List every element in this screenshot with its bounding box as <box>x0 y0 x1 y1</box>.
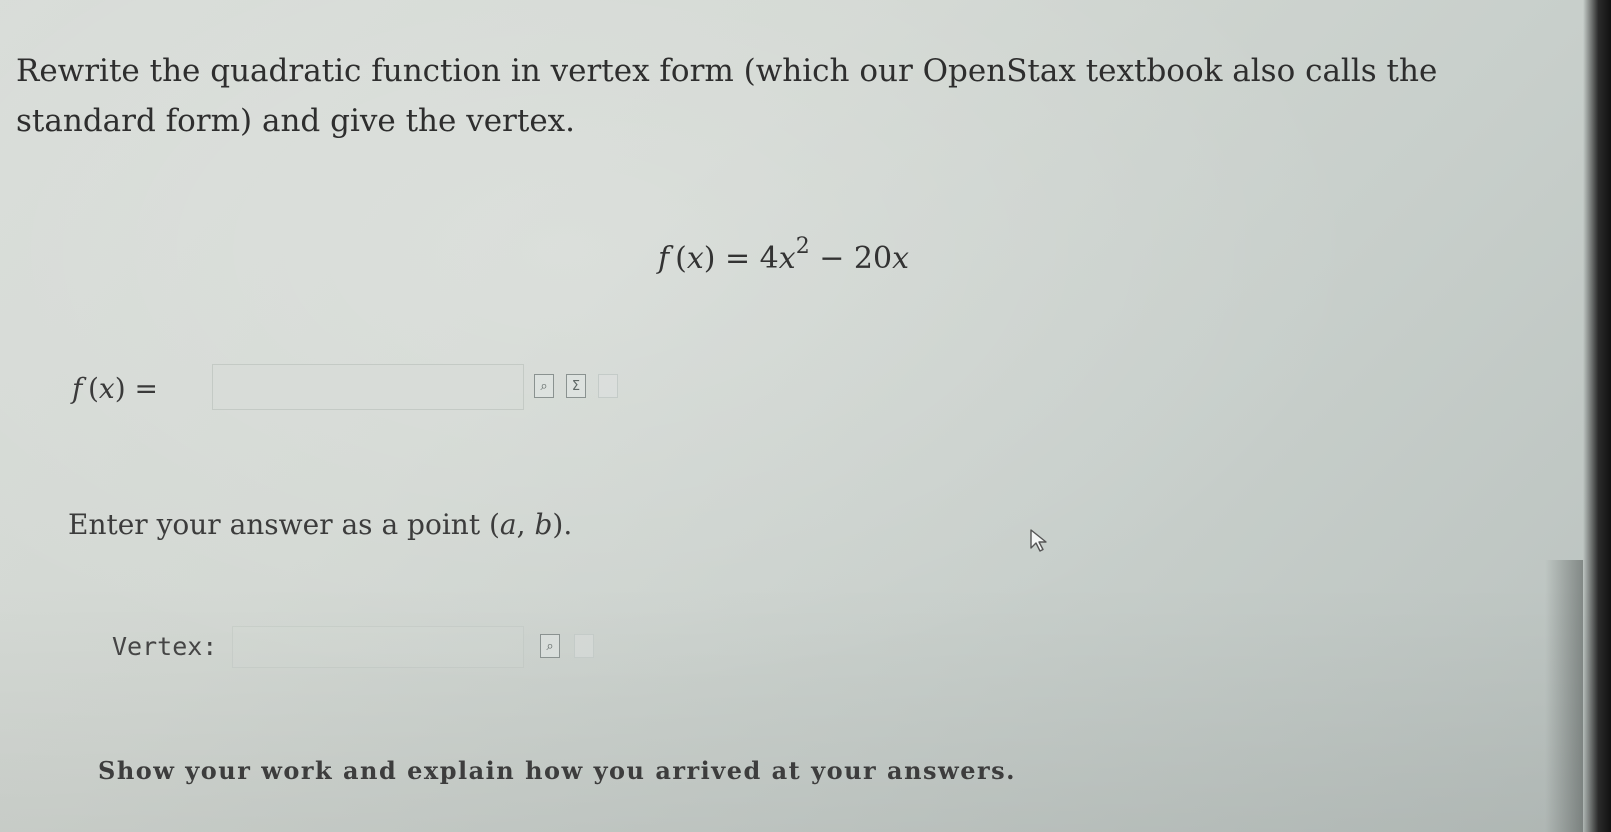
given-equation: f (x) = 4x2 − 20x <box>658 234 910 276</box>
equation-minus: − <box>819 241 845 276</box>
monitor-shadow <box>1545 560 1583 832</box>
sigma-icon: Σ <box>571 378 581 394</box>
fx-label-equals: = <box>134 372 158 405</box>
vertex-input[interactable] <box>232 626 524 668</box>
fx-label-var: x <box>98 372 115 405</box>
equation-exponent: 2 <box>795 234 810 259</box>
instruction-text: Enter your answer as a point <box>68 508 489 541</box>
equation-coef: 4 <box>759 241 779 276</box>
question-prompt: Rewrite the quadratic function in vertex… <box>16 53 1438 139</box>
vertex-label: Vertex: <box>112 632 218 661</box>
equation-x: x <box>778 241 796 276</box>
equation-term2-coef: 20 <box>853 241 893 276</box>
show-work-instruction: Show your work and explain how you arriv… <box>98 756 1016 785</box>
mouse-pointer-icon <box>1030 529 1047 552</box>
fx-answer-label: f (x) = <box>72 372 158 405</box>
vertex-blank-button[interactable] <box>574 634 594 658</box>
preview-icon: ⌕ <box>540 378 548 394</box>
preview-icon: ⌕ <box>546 638 554 654</box>
instruction-suffix: . <box>563 508 573 541</box>
fx-blank-button[interactable] <box>598 374 618 398</box>
equation-var: x <box>686 241 704 276</box>
monitor-bezel <box>1583 0 1611 832</box>
fx-answer-input[interactable] <box>212 364 524 410</box>
equation-equals: = <box>724 241 751 276</box>
equation-term2-var: x <box>892 241 910 276</box>
instruction-a: a <box>499 508 517 541</box>
fx-label-fn: f <box>72 372 83 405</box>
vertex-preview-button[interactable]: ⌕ <box>540 634 560 658</box>
instruction-b: b <box>534 508 553 541</box>
fx-equation-editor-button[interactable]: Σ <box>566 374 586 398</box>
equation-fn: f <box>658 241 670 276</box>
point-instruction: Enter your answer as a point (a, b). <box>68 508 573 541</box>
fx-preview-button[interactable]: ⌕ <box>534 374 554 398</box>
